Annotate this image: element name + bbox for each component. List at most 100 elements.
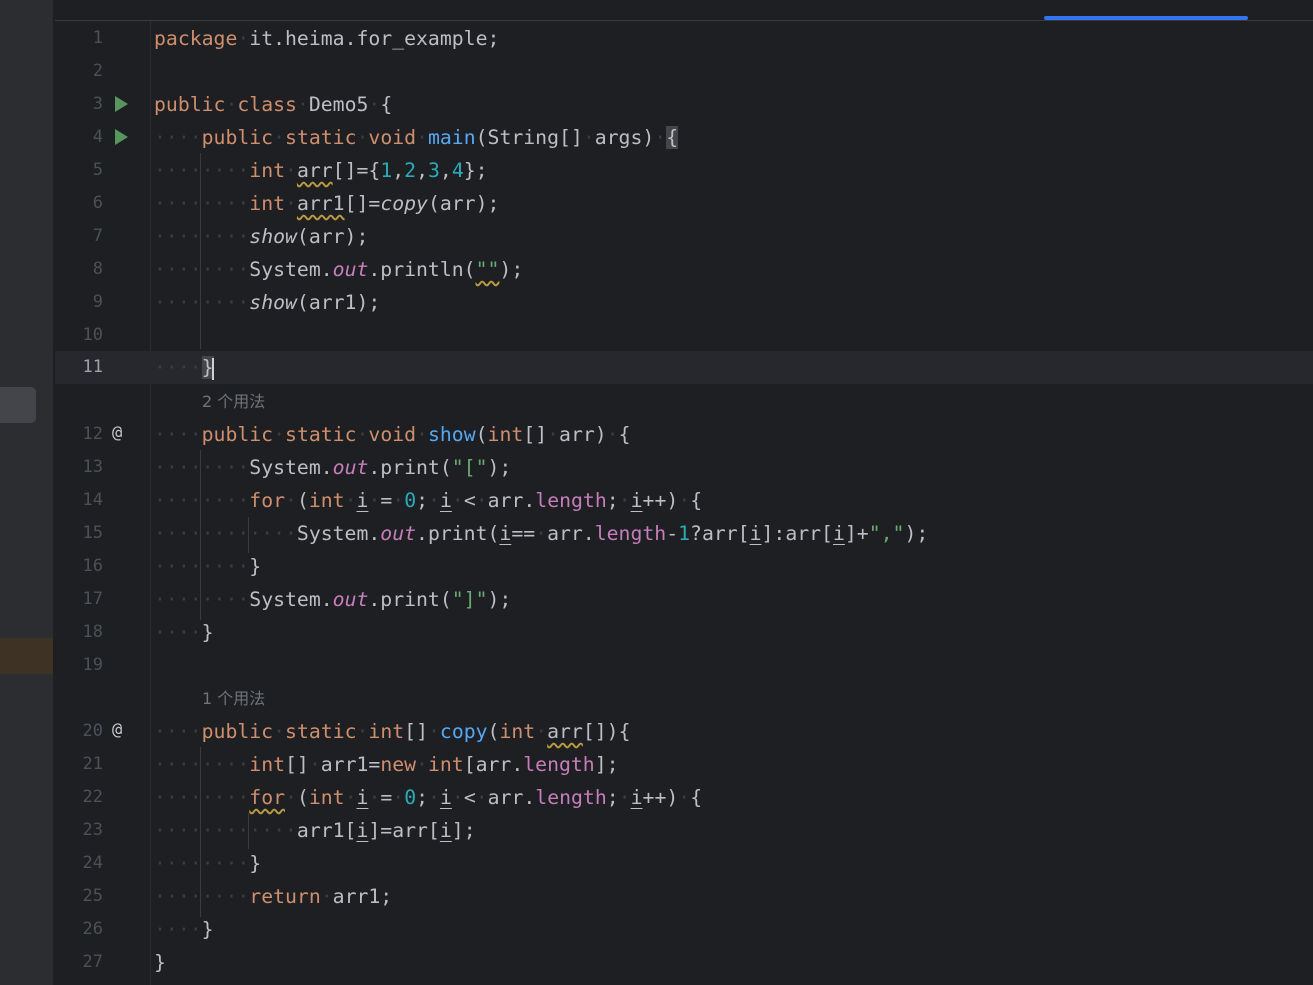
number: 4	[451, 159, 464, 182]
code-line[interactable]: 2	[55, 55, 1313, 88]
field: out	[332, 258, 369, 281]
keyword: static	[285, 720, 357, 743]
string-literal: ","	[868, 522, 905, 545]
line-number: 13	[82, 457, 103, 477]
code-text: ····public·static·int[]·copy(int·arr[]){	[154, 720, 631, 743]
code-text: ····}	[154, 918, 214, 941]
number: 3	[428, 159, 440, 182]
code-line[interactable]: 4 ····public·static·void·main(String[]·a…	[55, 121, 1313, 154]
code-text: ············System.out.print(i==·arr.len…	[154, 522, 929, 545]
code-line[interactable]: 3 public·class·Demo5·{	[55, 88, 1313, 121]
keyword: for	[249, 489, 286, 512]
code-line[interactable]: 6 ········int·arr1[]=copy(arr);	[55, 187, 1313, 220]
keyword: void	[368, 423, 417, 446]
code-text: ········for·(int·i·=·0;·i·<·arr.length;·…	[154, 489, 703, 512]
code-text: ········show(arr1);	[154, 291, 381, 314]
code-text: ········int[]·arr1=new·int[arr.length];	[154, 753, 619, 776]
line-number: 14	[82, 490, 103, 510]
line-number: 3	[92, 94, 103, 114]
code-line[interactable]: 13 ········System.out.print("[");	[55, 451, 1313, 484]
line-number: 8	[92, 259, 103, 279]
usages-hint-line[interactable]: 2 个用法	[55, 385, 1313, 418]
code-text: ········int·arr[]={1,2,3,4};	[154, 159, 488, 182]
code-text: ········}	[154, 852, 262, 875]
keyword: static	[285, 126, 357, 149]
line-number: 27	[82, 952, 103, 972]
package-name: it.heima.for_example;	[249, 27, 500, 50]
code-line[interactable]: 15 ············System.out.print(i==·arr.…	[55, 517, 1313, 550]
code-text: ····public·static·void·show(int[]·arr)·{	[154, 423, 631, 446]
code-line[interactable]: 10	[55, 319, 1313, 352]
code-text: ········for·(int·i·=·0;·i·<·arr.length;·…	[154, 786, 703, 809]
active-tab-indicator[interactable]	[1044, 16, 1248, 20]
code-line[interactable]: 9 ········show(arr1);	[55, 286, 1313, 319]
code-line[interactable]: 18 ····}	[55, 616, 1313, 649]
keyword: static	[285, 423, 357, 446]
code-text: }	[154, 951, 166, 974]
number: 2	[404, 159, 417, 182]
keyword: int	[249, 159, 286, 182]
implemented-at-icon[interactable]: @	[112, 418, 122, 449]
code-line[interactable]: 5 ········int·arr[]={1,2,3,4};	[55, 154, 1313, 187]
method-name: copy	[439, 720, 488, 743]
code-text: ····}	[154, 356, 214, 380]
code-line[interactable]: 17 ········System.out.print("]");	[55, 583, 1313, 616]
method-name: show	[427, 423, 476, 446]
text-caret	[211, 357, 214, 380]
code-line[interactable]: 19	[55, 649, 1313, 682]
field: out	[380, 522, 417, 545]
tool-window-button[interactable]	[0, 387, 36, 423]
code-line[interactable]: 27 }	[55, 946, 1313, 979]
keyword: new	[380, 753, 417, 776]
code-line[interactable]: 25 ········return·arr1;	[55, 880, 1313, 913]
line-number: 2	[92, 61, 103, 81]
current-code-line[interactable]: 11 ····}	[55, 351, 1313, 384]
code-line[interactable]: 16 ········}	[55, 550, 1313, 583]
code-line[interactable]: 8 ········System.out.println("");	[55, 253, 1313, 286]
line-number: 26	[82, 919, 103, 939]
code-line[interactable]: 24 ········}	[55, 847, 1313, 880]
string-literal: "["	[451, 456, 488, 479]
code-text: ········System.out.print("[");	[154, 456, 512, 479]
strip-highlight	[0, 638, 53, 674]
keyword: void	[368, 126, 417, 149]
implemented-at-icon[interactable]: @	[112, 715, 122, 746]
run-icon[interactable]	[115, 96, 128, 112]
code-line[interactable]: 22 ········for·(int·i·=·0;·i·<·arr.lengt…	[55, 781, 1313, 814]
field: length	[594, 522, 667, 545]
code-line[interactable]: 1 package·it.heima.for_example;	[55, 22, 1313, 55]
keyword: int	[308, 786, 345, 809]
code-text: ········return·arr1;	[154, 885, 393, 908]
string-literal: "]"	[451, 588, 488, 611]
code-line[interactable]: 21 ········int[]·arr1=new·int[arr.length…	[55, 748, 1313, 781]
field: length	[535, 786, 607, 809]
usages-hint[interactable]: 2 个用法	[202, 385, 265, 418]
code-line[interactable]: 26 ····}	[55, 913, 1313, 946]
number: 0	[404, 786, 417, 809]
code-text: ········int·arr1[]=copy(arr);	[154, 192, 500, 215]
line-number: 22	[82, 787, 103, 807]
code-line[interactable]: 20 @ ····public·static·int[]·copy(int·ar…	[55, 715, 1313, 748]
keyword: public	[154, 93, 226, 116]
usages-hint-line[interactable]: 1 个用法	[55, 682, 1313, 715]
method-name: main	[427, 126, 476, 149]
code-line[interactable]: 23 ············arr1[i]=arr[i];	[55, 814, 1313, 847]
keyword: package	[154, 27, 238, 50]
editor-tab-strip	[55, 0, 1313, 21]
code-line[interactable]: 7 ········show(arr);	[55, 220, 1313, 253]
tool-window-strip	[0, 0, 54, 985]
code-line[interactable]: 12 @ ····public·static·void·show(int[]·a…	[55, 418, 1313, 451]
usages-hint[interactable]: 1 个用法	[202, 682, 265, 715]
number: 1	[380, 159, 393, 182]
number: 1	[678, 522, 691, 545]
line-number: 19	[82, 655, 103, 675]
field: out	[332, 588, 369, 611]
run-icon[interactable]	[115, 129, 128, 145]
keyword: for	[249, 786, 286, 809]
string-literal: ""	[475, 258, 500, 281]
keyword: int	[249, 753, 286, 776]
code-text: package·it.heima.for_example;	[154, 27, 500, 50]
code-line[interactable]: 14 ········for·(int·i·=·0;·i·<·arr.lengt…	[55, 484, 1313, 517]
number: 0	[404, 489, 417, 512]
keyword: class	[237, 93, 297, 116]
